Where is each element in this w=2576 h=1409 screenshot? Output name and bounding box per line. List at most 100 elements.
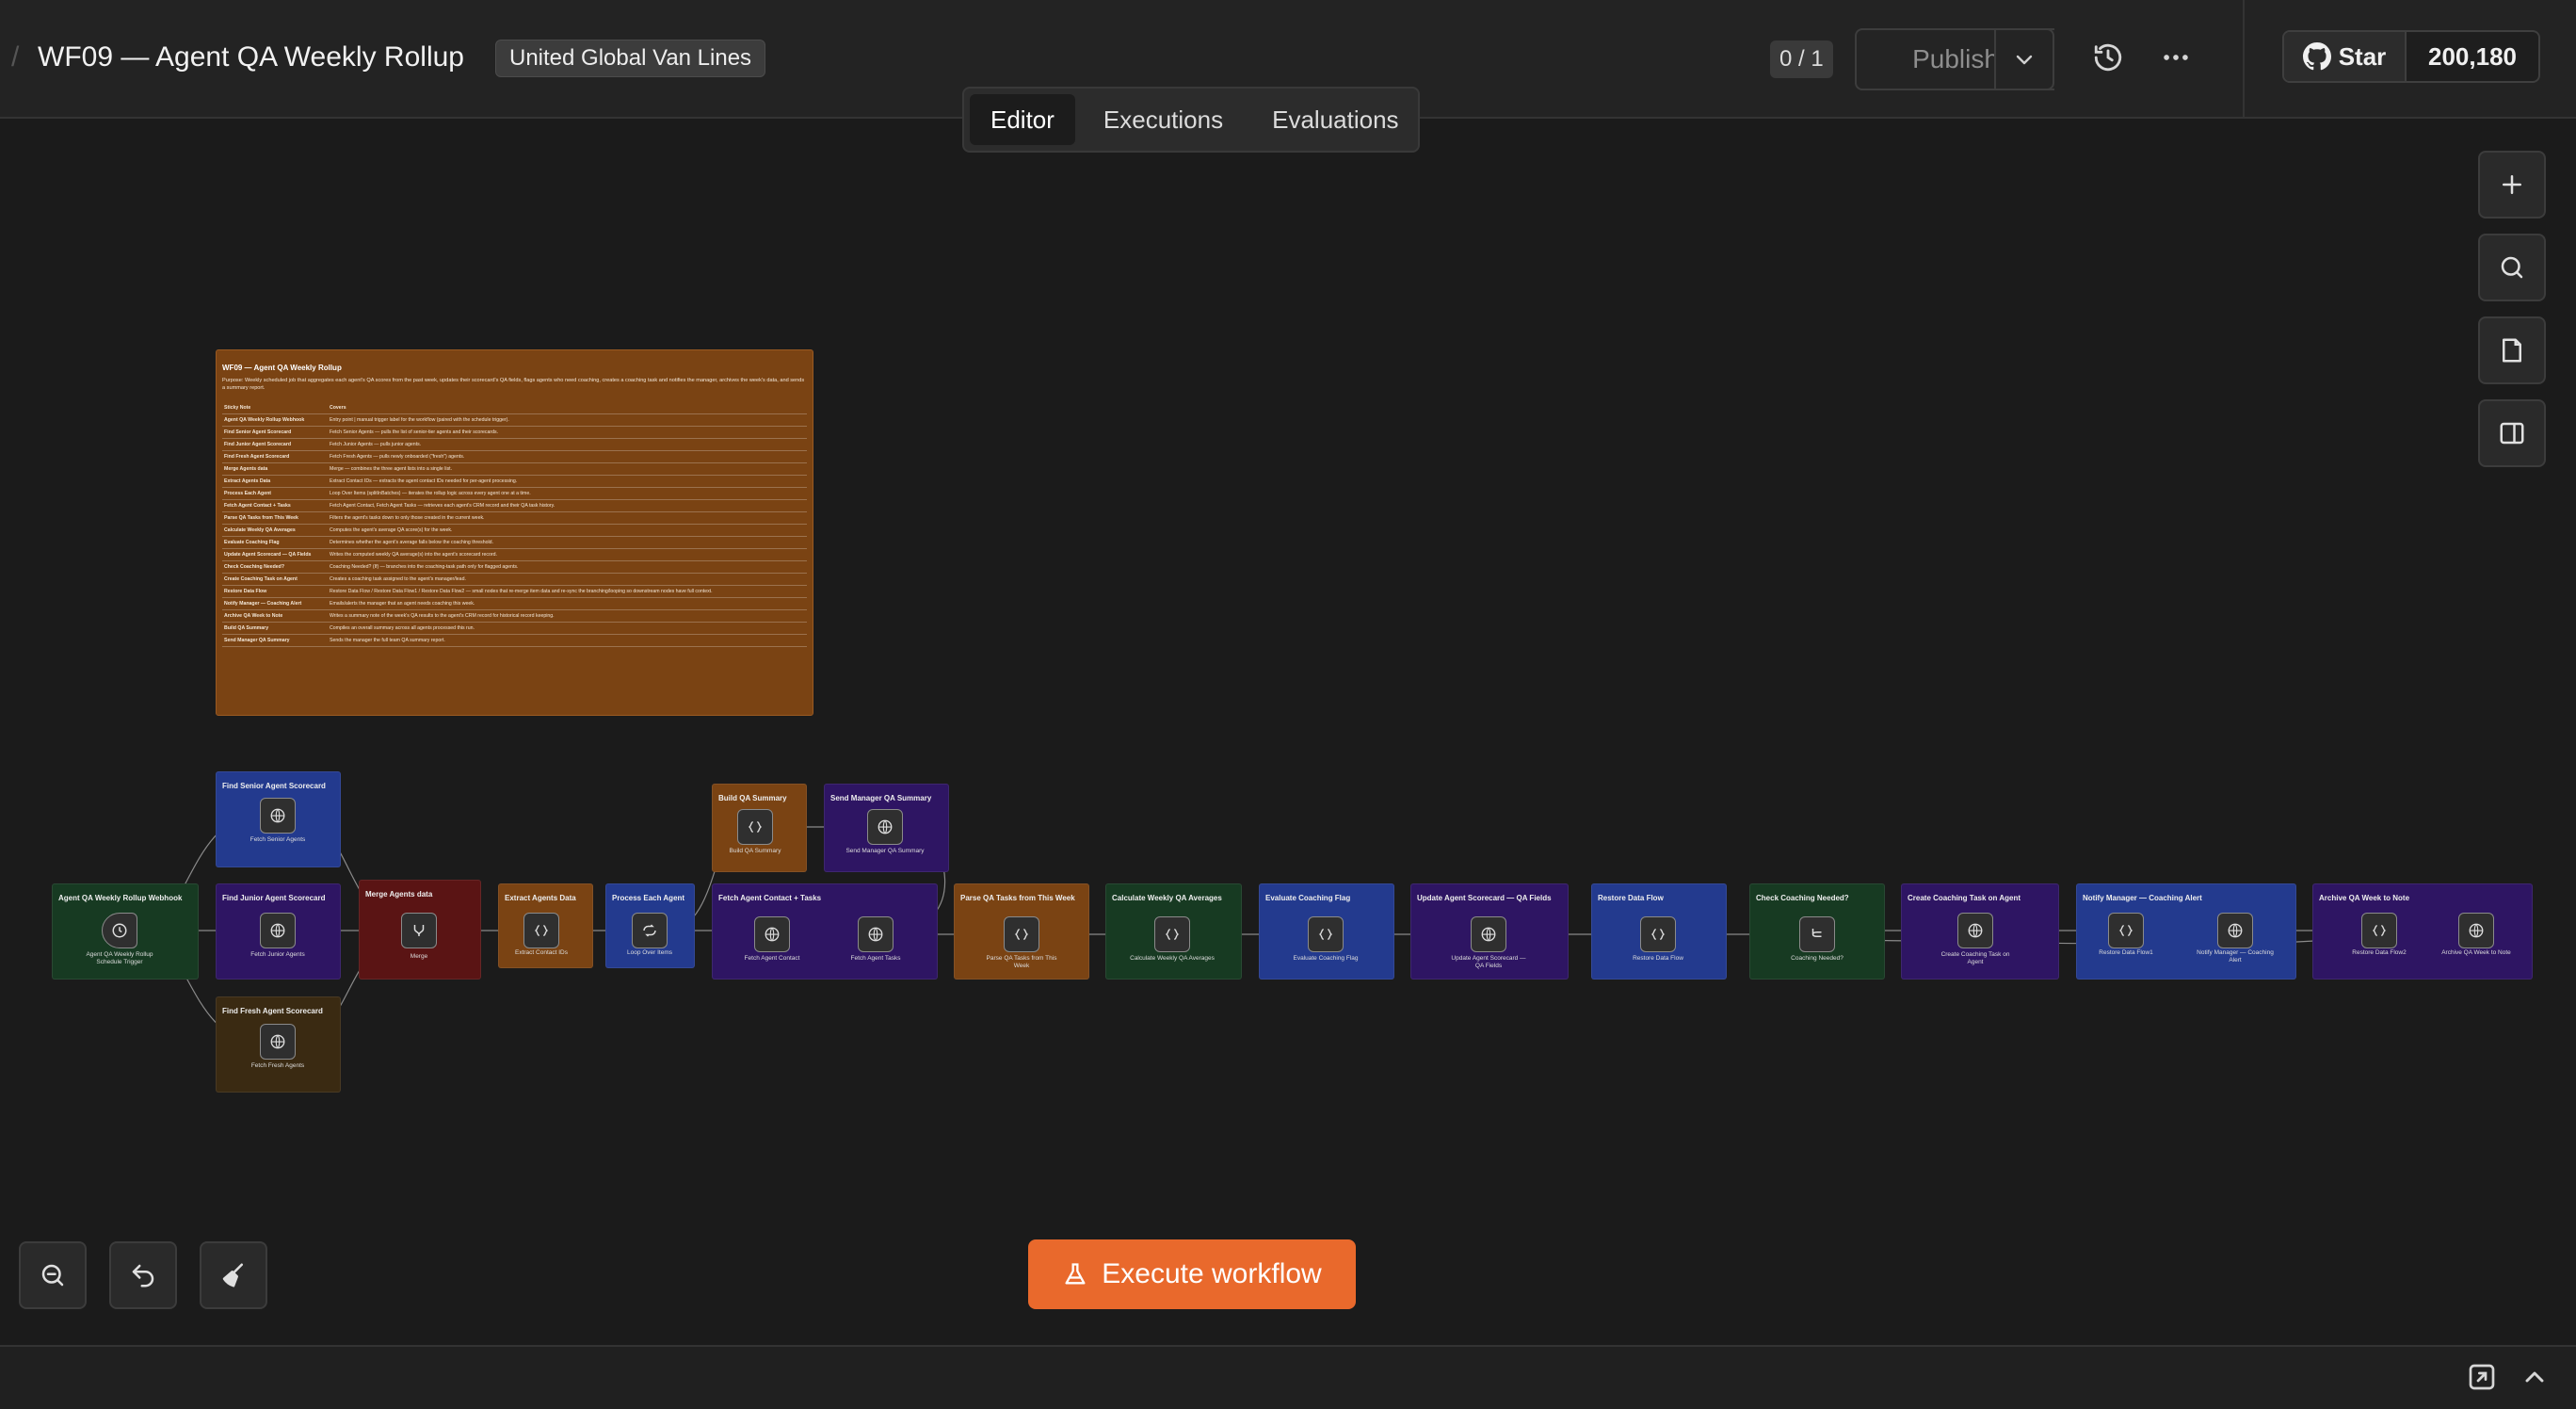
doc-row-name: Calculate Weekly QA Averages	[222, 524, 328, 537]
doc-row-covers: Emails/alerts the manager that an agent …	[328, 597, 807, 610]
doc-table-row: Merge Agents data Merge — combines the th…	[222, 462, 807, 476]
github-star-widget[interactable]: Star 200,180	[2282, 30, 2540, 83]
node-restore2[interactable]	[2361, 913, 2397, 948]
chevron-up-icon[interactable]	[2520, 1362, 2550, 1392]
broom-icon	[222, 1263, 243, 1288]
documentation-sticky-note[interactable]: WF09 — Agent QA Weekly Rollup Purpose: W…	[216, 349, 813, 716]
node-label: Archive QA Week to Note	[2441, 949, 2511, 956]
doc-row-covers: Writes a summary note of the week's QA r…	[328, 609, 807, 623]
node-restore1[interactable]	[2108, 913, 2144, 948]
doc-row-name: Notify Manager — Coaching Alert	[222, 597, 328, 610]
doc-row-name: Archive QA Week to Note	[222, 609, 328, 623]
node-coaching-needed[interactable]	[1799, 916, 1835, 952]
globe-icon	[1968, 923, 1983, 938]
doc-table-row: Check Coaching Needed? Coaching Needed? (…	[222, 560, 807, 574]
execute-workflow-button[interactable]: Execute workflow	[1028, 1239, 1356, 1309]
add-node-button[interactable]	[2478, 151, 2546, 219]
sidebar-panel-icon	[2500, 422, 2524, 445]
zoom-out-button[interactable]	[19, 1241, 87, 1309]
doc-row-name: Find Fresh Agent Scorecard	[222, 450, 328, 463]
workflow-title[interactable]: WF09 — Agent QA Weekly Rollup	[38, 41, 464, 73]
doc-row-name: Fetch Agent Contact + Tasks	[222, 499, 328, 512]
node-create-task[interactable]	[1957, 913, 1993, 948]
tidy-up-button[interactable]	[200, 1241, 267, 1309]
doc-table-row: Agent QA Weekly Rollup Webhook Entry poin…	[222, 413, 807, 427]
doc-row-covers: Loop Over Items (splitInBatches) — itera…	[328, 487, 807, 500]
more-options-icon[interactable]	[2160, 41, 2192, 73]
node-restore[interactable]	[1640, 916, 1676, 952]
node-merge[interactable]	[401, 913, 437, 948]
node-evaluate[interactable]	[1308, 916, 1344, 952]
globe-icon	[877, 819, 893, 834]
doc-row-covers: Merge — combines the three agent lists i…	[328, 462, 807, 476]
doc-table-row: Calculate Weekly QA Averages Computes the…	[222, 524, 807, 537]
node-label: Extract Contact IDs	[515, 949, 568, 956]
plus-icon	[2503, 175, 2521, 194]
doc-row-name: Send Manager QA Summary	[222, 634, 328, 647]
add-sticky-note-button[interactable]	[2478, 316, 2546, 384]
publish-dropdown-button[interactable]	[1994, 28, 2054, 90]
node-label: Calculate Weekly QA Averages	[1130, 955, 1215, 962]
code-icon	[2372, 925, 2387, 936]
node-fetch-junior[interactable]	[260, 913, 296, 948]
globe-icon	[270, 1034, 285, 1049]
sticky-archive[interactable]: Archive QA Week to Note	[2312, 883, 2533, 980]
doc-row-covers: Coaching Needed? (If) — branches into th…	[328, 560, 807, 574]
doc-table: Sticky Note Covers Agent QA Weekly Rollu…	[222, 401, 807, 647]
node-fetch-contact[interactable]	[754, 916, 790, 952]
globe-icon	[2469, 923, 2484, 938]
bottom-panel-bar	[0, 1345, 2576, 1409]
doc-table-row: Restore Data Flow Restore Data Flow / Res…	[222, 585, 807, 598]
doc-table-row: Process Each Agent Loop Over Items (split…	[222, 487, 807, 500]
doc-table-row: Archive QA Week to Note Writes a summary …	[222, 609, 807, 623]
project-tag[interactable]: United Global Van Lines	[495, 40, 766, 77]
doc-table-row: Find Fresh Agent Scorecard Fetch Fresh Ag…	[222, 450, 807, 463]
open-external-icon[interactable]	[2467, 1362, 2497, 1392]
node-extract[interactable]	[523, 913, 559, 948]
breadcrumb-separator: /	[11, 41, 20, 73]
workflow-canvas[interactable]	[0, 121, 2576, 1345]
node-update-scorecard[interactable]	[1471, 916, 1506, 952]
globe-icon	[270, 808, 285, 823]
node-label: Fetch Agent Contact	[744, 955, 800, 962]
node-fetch-tasks[interactable]	[858, 916, 894, 952]
toggle-panel-button[interactable]	[2478, 399, 2546, 467]
node-archive[interactable]	[2458, 913, 2494, 948]
doc-row-name: Parse QA Tasks from This Week	[222, 511, 328, 525]
sticky-fetch[interactable]: Fetch Agent Contact + Tasks	[712, 883, 938, 980]
search-icon	[2501, 256, 2523, 279]
node-schedule-trigger[interactable]	[102, 913, 137, 948]
history-icon[interactable]	[2092, 41, 2124, 73]
doc-row-covers: Fetch Agent Contact, Fetch Agent Tasks —…	[328, 499, 807, 512]
code-icon	[2118, 925, 2133, 936]
node-calc[interactable]	[1154, 916, 1190, 952]
doc-row-name: Extract Agents Data	[222, 475, 328, 488]
node-label: Fetch Agent Tasks	[850, 955, 901, 962]
github-star-count[interactable]: 200,180	[2407, 32, 2538, 81]
doc-row-name: Create Coaching Task on Agent	[222, 573, 328, 586]
doc-table-row: Create Coaching Task on Agent Creates a c…	[222, 573, 807, 586]
node-fetch-senior[interactable]	[260, 798, 296, 834]
doc-row-name: Merge Agents data	[222, 462, 328, 476]
node-parse[interactable]	[1004, 916, 1039, 952]
github-star-button[interactable]: Star	[2284, 32, 2407, 81]
code-icon	[1165, 929, 1180, 940]
node-loop[interactable]	[632, 913, 668, 948]
branch-icon	[1811, 929, 1822, 937]
doc-row-name: Process Each Agent	[222, 487, 328, 500]
node-label: Update Agent Scorecard — QA Fields	[1451, 955, 1526, 969]
node-fetch-fresh[interactable]	[260, 1024, 296, 1060]
globe-icon	[868, 927, 883, 942]
undo-button[interactable]	[109, 1241, 177, 1309]
doc-table-row: Extract Agents Data Extract Contact IDs —…	[222, 475, 807, 488]
node-send-summary[interactable]	[867, 809, 903, 845]
doc-row-name: Restore Data Flow	[222, 585, 328, 598]
node-build-summary[interactable]	[737, 809, 773, 845]
code-icon	[1650, 929, 1666, 940]
doc-row-covers: Sends the manager the full team QA summa…	[328, 634, 807, 647]
node-notify[interactable]	[2217, 913, 2253, 948]
doc-row-covers: Restore Data Flow / Restore Data Flow1 /…	[328, 585, 807, 598]
node-label: Restore Data Flow1	[2099, 949, 2153, 956]
search-button[interactable]	[2478, 234, 2546, 301]
node-label: Fetch Senior Agents	[250, 836, 306, 843]
